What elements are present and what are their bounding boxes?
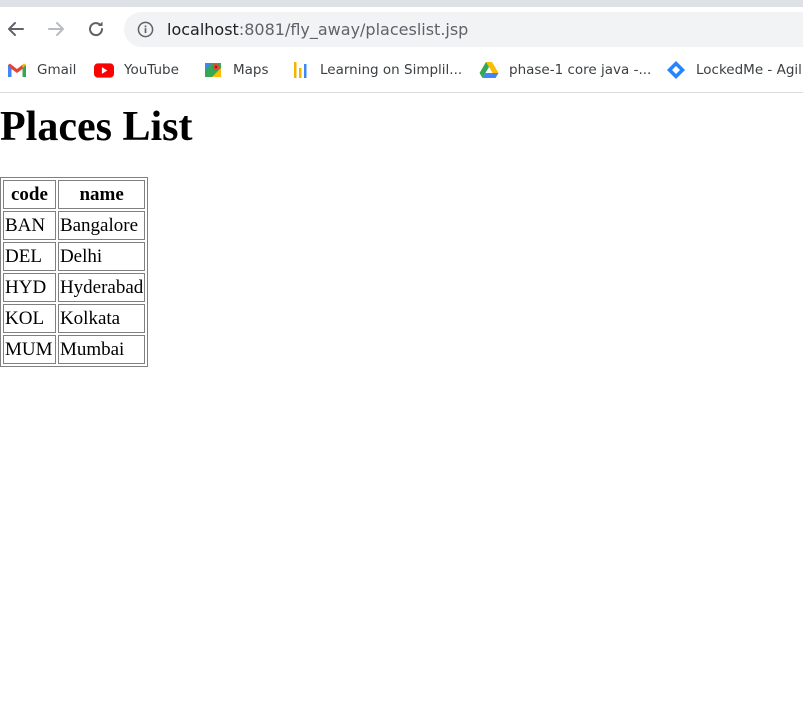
browser-chrome: localhost:8081/fly_away/placeslist.jsp G… xyxy=(0,0,803,93)
bookmark-label: Learning on Simplil... xyxy=(320,62,463,78)
place-name-cell: Mumbai xyxy=(57,335,146,364)
place-name-cell: Hyderabad xyxy=(57,273,146,302)
place-name-cell: Bangalore xyxy=(57,211,146,240)
url-text[interactable]: localhost:8081/fly_away/placeslist.jsp xyxy=(167,20,468,40)
bookmarks-bar: Gmail YouTube Maps Learning on Simplil..… xyxy=(0,56,803,84)
place-name-cell: Delhi xyxy=(57,242,146,271)
info-icon[interactable] xyxy=(137,21,154,38)
place-code-cell: KOL xyxy=(3,304,56,333)
page-title: Places List xyxy=(0,104,193,150)
table-row: HYD Hyderabad xyxy=(3,273,146,302)
bookmark-label: phase-1 core java -... xyxy=(509,62,652,78)
place-code-cell: HYD xyxy=(3,273,56,302)
bookmark-label: Maps xyxy=(233,62,269,78)
page-content: Places List code name BAN Bangalore DEL … xyxy=(0,93,803,702)
bookmark-label: YouTube xyxy=(124,62,179,78)
column-header-code: code xyxy=(3,180,56,209)
table-row: MUM Mumbai xyxy=(3,335,146,364)
bookmark-simplilearn[interactable]: Learning on Simplil... xyxy=(290,58,462,82)
bookmark-maps[interactable]: Maps xyxy=(203,58,269,82)
google-drive-icon xyxy=(479,60,499,80)
bookmark-lockedme[interactable]: LockedMe - Agil xyxy=(666,58,802,82)
arrow-left-icon xyxy=(8,22,24,36)
table-row: DEL Delhi xyxy=(3,242,146,271)
bookmark-label: Gmail xyxy=(37,62,77,78)
back-button[interactable] xyxy=(1,14,31,44)
place-code-cell: DEL xyxy=(3,242,56,271)
table-row: BAN Bangalore xyxy=(3,211,146,240)
youtube-icon xyxy=(94,60,114,80)
forward-button[interactable] xyxy=(41,14,71,44)
place-name-cell: Kolkata xyxy=(57,304,146,333)
simplilearn-icon xyxy=(290,60,310,80)
reload-icon xyxy=(89,21,104,37)
tab-strip xyxy=(0,0,803,7)
table-row: KOL Kolkata xyxy=(3,304,146,333)
places-table: code name BAN Bangalore DEL Delhi HYD Hy… xyxy=(0,177,149,367)
url-host: localhost xyxy=(167,20,239,39)
column-header-name: name xyxy=(57,180,146,209)
table-header-row: code name xyxy=(3,180,146,209)
arrow-right-icon xyxy=(48,22,64,36)
bookmark-phase-1[interactable]: phase-1 core java -... xyxy=(479,58,651,82)
bookmark-youtube[interactable]: YouTube xyxy=(94,58,179,82)
address-bar[interactable]: localhost:8081/fly_away/placeslist.jsp xyxy=(124,12,803,47)
place-code-cell: BAN xyxy=(3,211,56,240)
jira-icon xyxy=(666,60,686,80)
reload-button[interactable] xyxy=(81,14,111,44)
bookmark-gmail[interactable]: Gmail xyxy=(7,58,76,82)
url-path: :8081/fly_away/placeslist.jsp xyxy=(238,20,469,39)
maps-icon xyxy=(203,60,223,80)
place-code-cell: MUM xyxy=(3,335,56,364)
bookmark-label: LockedMe - Agil xyxy=(696,62,802,78)
gmail-icon xyxy=(7,60,27,80)
